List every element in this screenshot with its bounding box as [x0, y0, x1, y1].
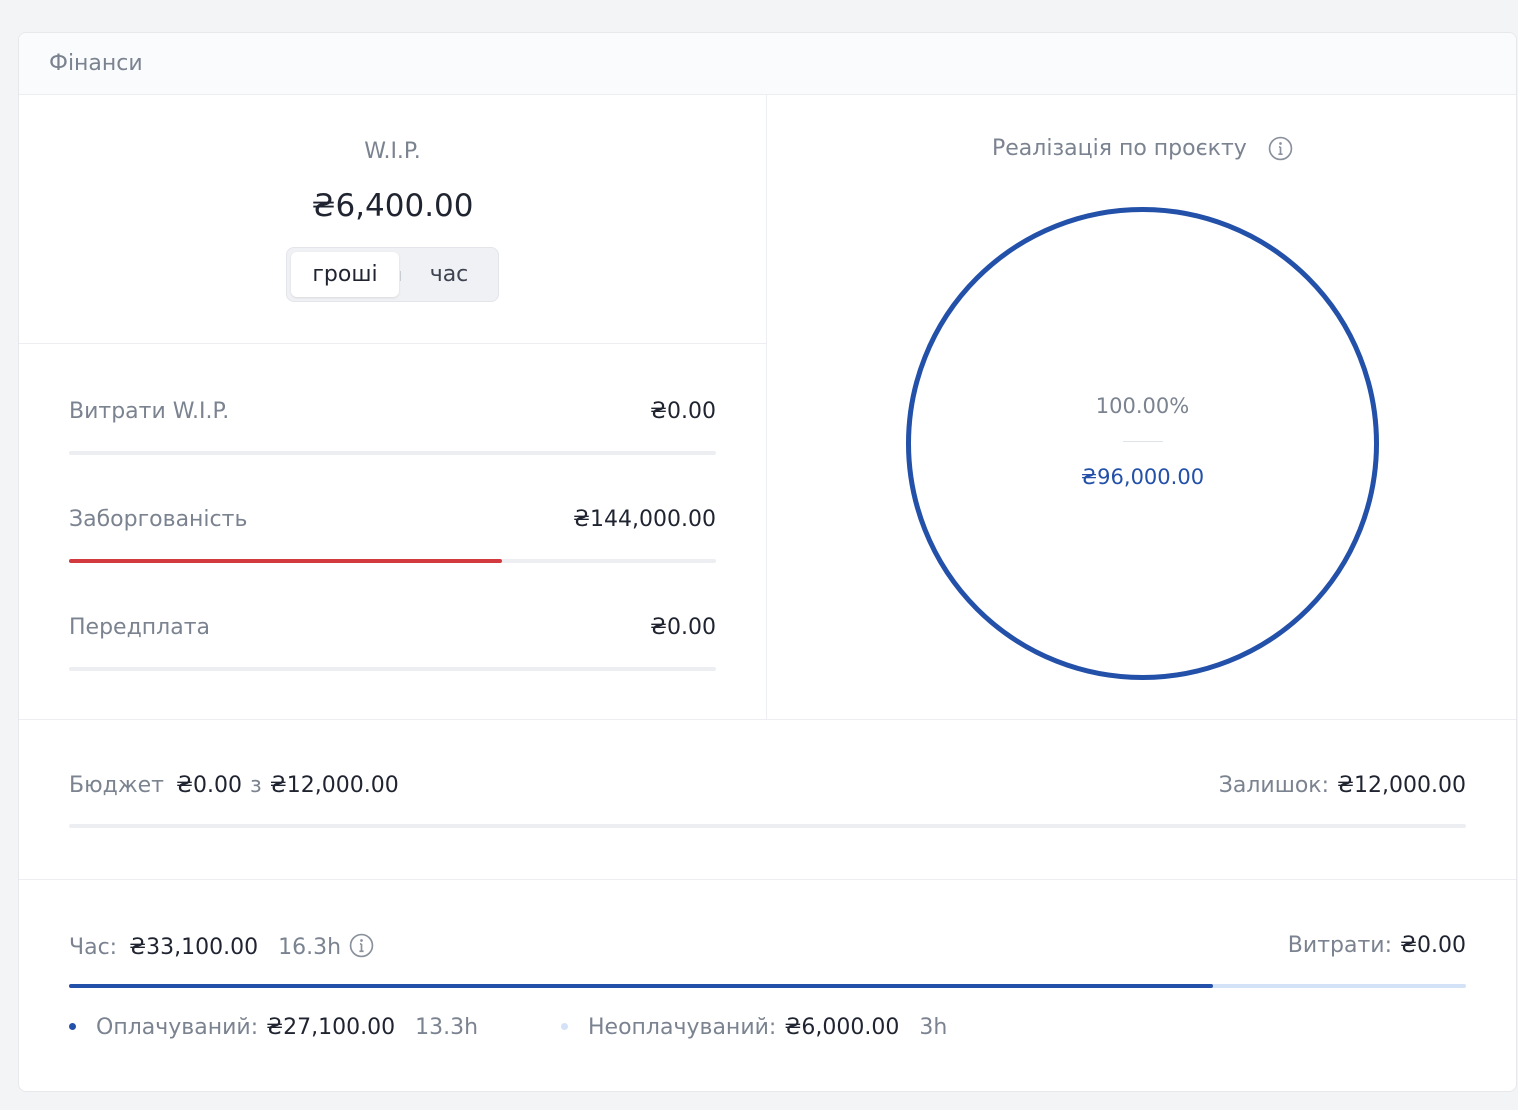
info-icon[interactable] [349, 933, 374, 958]
unbillable-label: Неоплачуваний: [588, 1015, 777, 1040]
donut-progress-arc [906, 207, 1379, 680]
card-title: Фінанси [49, 51, 143, 76]
unbillable-amount: ₴6,000.00 [784, 1015, 900, 1040]
budget-of: з [250, 773, 262, 798]
legend-billable: Оплачуваний: ₴27,100.00 13.3h [69, 1015, 478, 1040]
metric-wip-expenses: Витрати W.I.P. ₴0.00 [69, 399, 716, 459]
realization-donut [906, 207, 1379, 680]
metric-value: ₴144,000.00 [573, 507, 716, 532]
budget-row: Бюджет ₴0.00 з ₴12,000.00 Залишок: ₴12,000.0… [69, 773, 1466, 803]
unbillable-dot [561, 1023, 568, 1030]
budget-summary: Бюджет ₴0.00 з ₴12,000.00 [69, 773, 399, 798]
metric-receivables: Заборгованість ₴144,000.00 [69, 507, 716, 567]
vertical-divider [766, 95, 767, 719]
billable-amount: ₴27,100.00 [266, 1015, 396, 1040]
time-row: Час: ₴33,100.00 16.3h Витрати: ₴0.00 [69, 933, 1466, 963]
info-icon[interactable] [1268, 136, 1293, 161]
metric-progress-fill [69, 559, 503, 563]
realization-title: Реалізація по проєкту [992, 136, 1247, 161]
billable-dot [69, 1023, 76, 1030]
section-divider [19, 719, 1516, 720]
budget-progress-track [69, 824, 1466, 828]
realization-amount: ₴96,000.00 [1080, 465, 1205, 489]
section-divider [19, 879, 1516, 880]
budget-remaining: Залишок: ₴12,000.00 [1219, 773, 1466, 798]
expenses-label: Витрати: [1287, 933, 1392, 958]
finance-card: Фінанси W.I.P. ₴6,400.00 гроші час Витра… [18, 32, 1517, 1092]
legend-unbillable: Неоплачуваний: ₴6,000.00 3h [561, 1015, 947, 1040]
wip-value: ₴6,400.00 [311, 188, 474, 224]
billable-label: Оплачуваний: [96, 1015, 259, 1040]
metric-prepayment: Передплата ₴0.00 [69, 615, 716, 675]
toggle-money-button[interactable]: гроші [291, 252, 399, 297]
unbillable-hours: 3h [919, 1015, 948, 1040]
toggle-time-button[interactable]: час [402, 252, 496, 297]
budget-total: ₴12,000.00 [269, 773, 399, 798]
metric-label: Передплата [69, 615, 211, 640]
donut-divider [1123, 441, 1163, 442]
realization-percent: 100.00% [1095, 394, 1190, 418]
time-amount: ₴33,100.00 [129, 935, 259, 960]
metric-label: Витрати W.I.P. [69, 399, 230, 424]
wip-divider [19, 343, 766, 344]
metric-value: ₴0.00 [649, 399, 716, 424]
money-time-toggle: гроші час [286, 247, 499, 302]
remaining-value: ₴12,000.00 [1337, 773, 1466, 798]
expenses-value: ₴0.00 [1399, 933, 1466, 958]
metric-progress-track [69, 559, 716, 563]
card-header: Фінанси [19, 33, 1516, 95]
time-hours: 16.3h [278, 935, 342, 960]
time-summary: Час: ₴33,100.00 16.3h [69, 933, 374, 960]
metric-progress-track [69, 451, 716, 455]
metric-progress-track [69, 667, 716, 671]
remaining-label: Залишок: [1218, 773, 1329, 798]
toggle-separator [400, 271, 401, 281]
budget-label: Бюджет [69, 773, 164, 798]
wip-title: W.I.P. [364, 139, 421, 164]
metric-value: ₴0.00 [649, 615, 716, 640]
billable-hours: 13.3h [415, 1015, 479, 1040]
time-billable-fill [69, 984, 1213, 988]
time-progress-track [69, 984, 1466, 988]
time-label: Час: [69, 935, 118, 960]
budget-spent: ₴0.00 [176, 773, 243, 798]
time-expenses: Витрати: ₴0.00 [1288, 933, 1466, 958]
metric-label: Заборгованість [69, 507, 248, 532]
